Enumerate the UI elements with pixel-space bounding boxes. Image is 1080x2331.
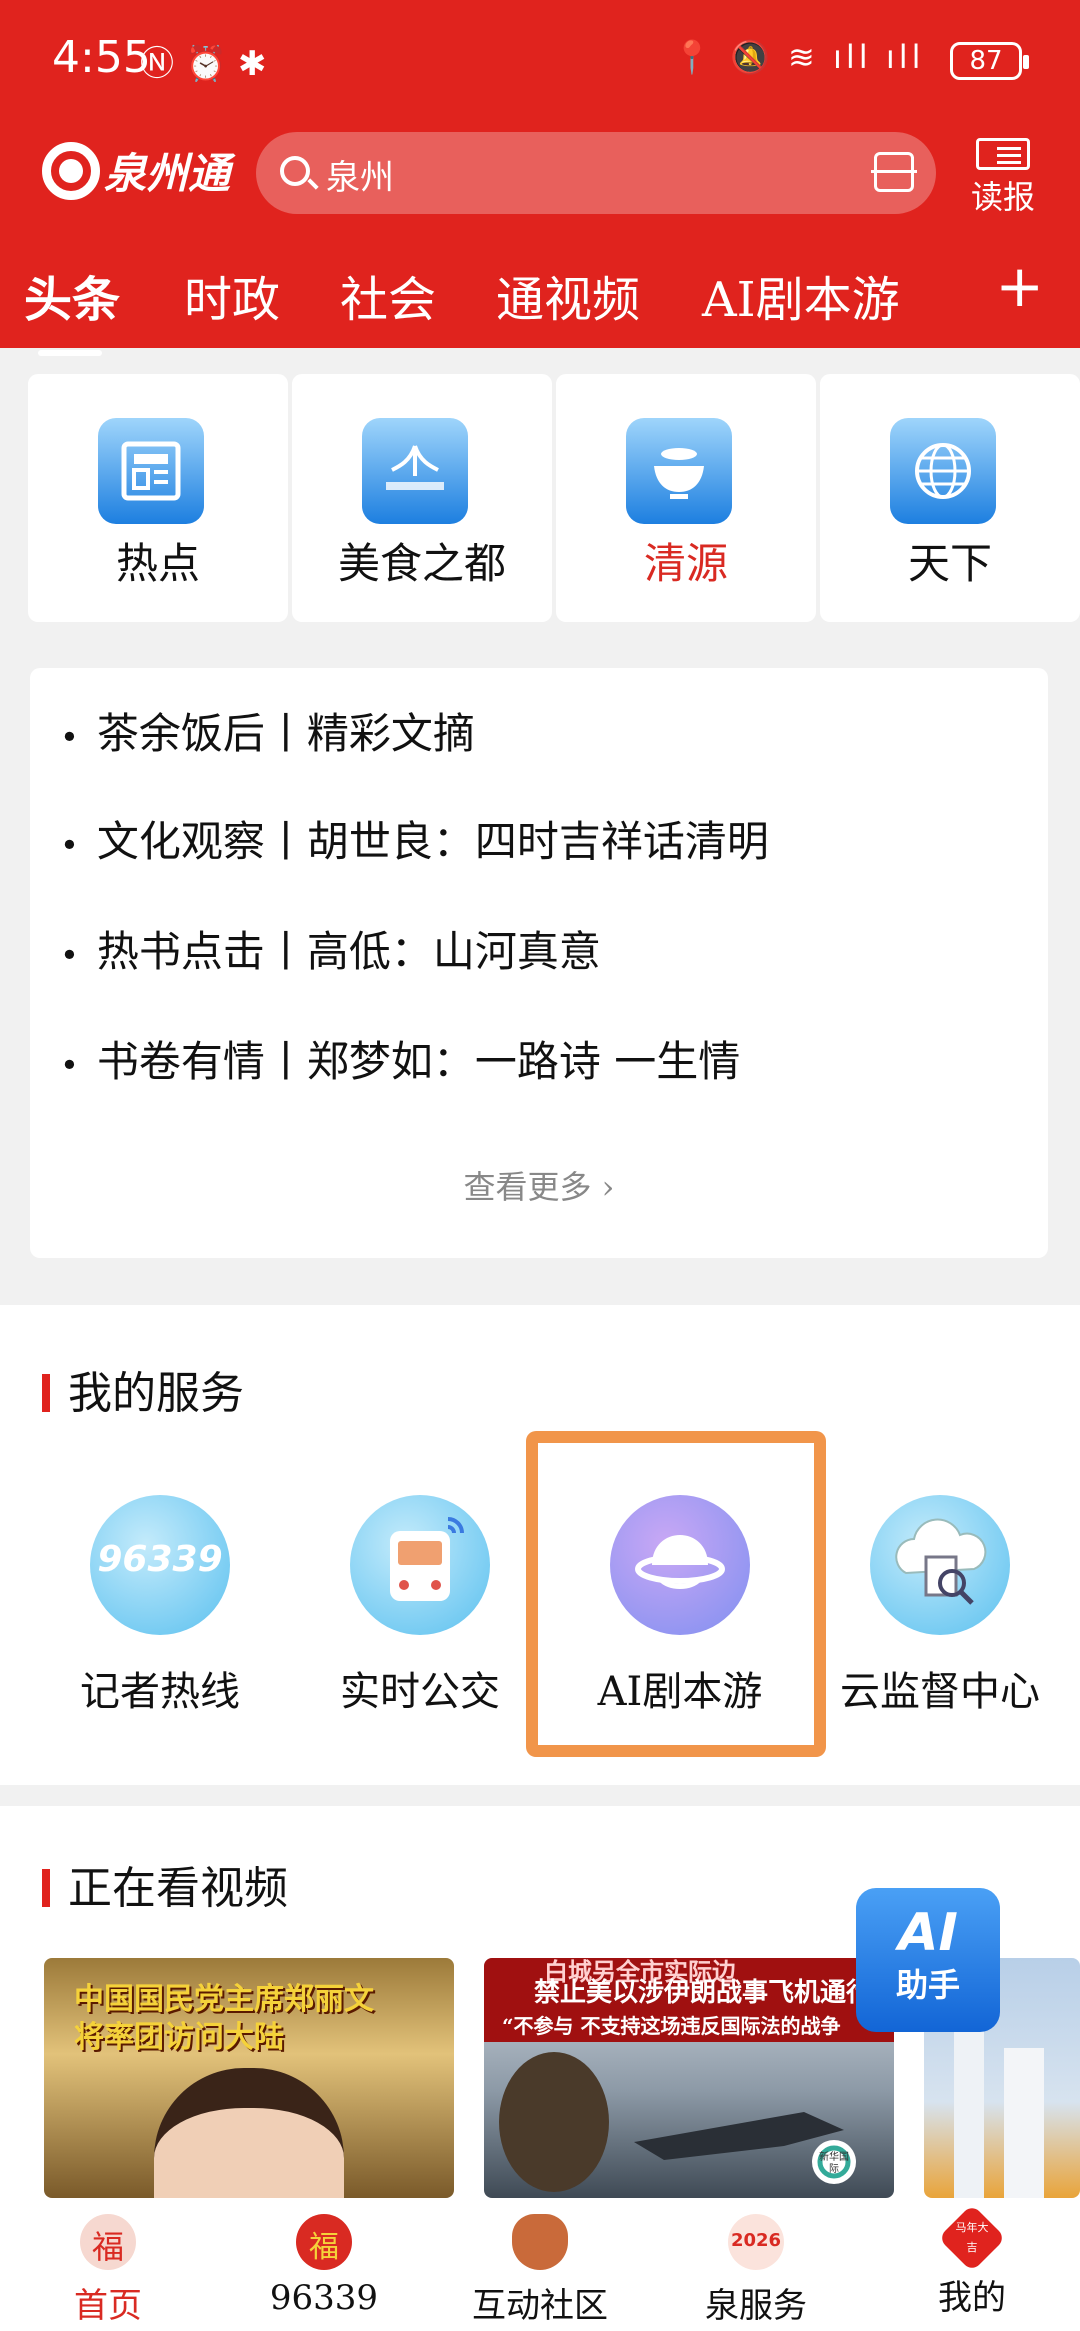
status-system-icons: 📍 🔕 ≋ ıll ıll [672,38,925,76]
tab-politics[interactable]: 时政 [184,260,280,330]
nav-label: 泉服务 [705,2286,807,2326]
logo-text: 泉州通 [104,149,231,198]
scan-icon[interactable] [871,152,917,192]
channel-card-qingyuan[interactable]: 清源 [556,374,816,622]
nav-label: 96339 [269,2278,379,2318]
monkey-mascot-icon [512,2214,568,2270]
nav-badge: 2026 [730,2230,782,2251]
nav-home[interactable]: 福 首页 [0,2200,216,2331]
add-tab-icon[interactable]: + [995,252,1044,320]
nav-badge: 福 [91,2228,124,2266]
search-bar[interactable]: 泉州 [256,132,936,214]
status-bar: 4:55 Ⓝ ⏰ ✱ 📍 🔕 ≋ ıll ıll 87 [0,0,1080,120]
article-item[interactable]: 书卷有情丨郑梦如：一路诗 一生情 [60,1028,740,1089]
service-cloud-supervision[interactable]: 云监督中心 [830,1495,1050,1717]
good-luck-icon: 马年大吉 [938,2204,1006,2272]
person-image [154,2068,344,2198]
channel-tabs: 头条 时政 社会 通视频 AI剧本游 + [0,252,1080,356]
channel-label: 天下 [907,539,992,588]
nav-label: 首页 [74,2286,142,2326]
read-paper-button[interactable]: 读报 [970,138,1036,218]
nav-label: 我的 [938,2278,1006,2318]
newspaper-icon [976,138,1030,170]
video-caption: 将率团访问大陆 [74,2020,284,2055]
search-icon [280,156,310,186]
nav-96339[interactable]: 福 96339 [216,2200,432,2331]
app-header: 4:55 Ⓝ ⏰ ✱ 📍 🔕 ≋ ıll ıll 87 泉州通 泉州 读报 头条… [0,0,1080,356]
section-title: 我的服务 [42,1357,244,1421]
read-paper-label: 读报 [970,178,1035,216]
video-caption: “不参与 不支持这场违反国际法的战争 [502,2014,841,2038]
tab-ai-script-tour[interactable]: AI剧本游 [702,260,900,330]
hotline-96339-icon: 96339 [90,1495,230,1635]
service-label: 记者热线 [80,1669,240,1715]
video-caption: 禁止美以涉伊朗战事飞机通行 [534,1978,873,2008]
lantern-icon: 福 [296,2214,352,2270]
channel-label: 美食之都 [337,539,506,588]
service-reporter-hotline[interactable]: 96339 记者热线 [50,1495,270,1717]
home-fu-icon: 福 [80,2214,136,2270]
section-title: 正在看视频 [42,1852,288,1916]
nav-me[interactable]: 马年大吉 我的 [864,2200,1080,2331]
logo-mark-icon [42,142,100,200]
building-image [1004,2048,1044,2198]
service-label: 实时公交 [340,1669,500,1715]
article-list: 茶余饭后丨精彩文摘 文化观察丨胡世良：四时吉祥话清明 热书点击丨高低：山河真意 … [30,668,1048,1258]
bottom-navigation: 福 首页 福 96339 互动社区 2026 泉服务 马年大吉 我的 [0,2200,1080,2331]
tab-video[interactable]: 通视频 [496,260,640,330]
globe-icon [890,418,996,524]
hotline-icon-text: 96339 [97,1539,223,1580]
channel-card-food[interactable]: 美食之都 [292,374,552,622]
building-image [954,2018,984,2198]
channel-label: 清源 [643,539,728,588]
bus-icon [350,1495,490,1635]
cloud-search-icon [870,1495,1010,1635]
article-item[interactable]: 茶余饭后丨精彩文摘 [60,700,475,761]
article-item[interactable]: 热书点击丨高低：山河真意 [60,918,601,979]
channel-label: 热点 [115,539,200,588]
nav-badge: 福 [309,2230,339,2265]
ai-assistant-label: AI [898,1903,958,1963]
newspaper-icon [98,418,204,524]
nav-badge: 马年大吉 [955,2221,989,2254]
service-label: 云监督中心 [840,1669,1040,1715]
battery-icon: 87 [950,42,1029,80]
news-agency-logo: 新华国际 [819,2152,849,2175]
status-notification-icons: Ⓝ ⏰ ✱ [140,44,267,84]
channel-card-hot[interactable]: 热点 [28,374,288,622]
nav-community[interactable]: 互动社区 [432,2200,648,2331]
nav-label: 互动社区 [472,2286,608,2326]
quanzhou-logo-icon [362,418,468,524]
video-thumbnail[interactable]: 白城另全市实际边 禁止美以涉伊朗战事飞机通行 “不参与 不支持这场违反国际法的战… [484,1958,894,2198]
channel-card-world[interactable]: 天下 [820,374,1080,622]
video-thumbnail[interactable]: 中国国民党主席郑丽文 将率团访问大陆 [44,1958,454,2198]
ai-assistant-sublabel: 助手 [895,1966,960,2004]
year-2026-icon: 2026 [728,2214,784,2270]
tab-headlines[interactable]: 头条 [24,260,120,356]
article-item[interactable]: 文化观察丨胡世良：四时吉祥话清明 [60,808,769,869]
highlight-box [526,1431,826,1757]
ai-assistant-button[interactable]: AI 助手 [856,1888,1000,2032]
search-placeholder: 泉州 [326,158,394,198]
tea-bowl-icon [626,418,732,524]
view-more-link[interactable]: 查看更多 › [30,1162,1048,1208]
tab-society[interactable]: 社会 [340,260,436,330]
nav-quan-service[interactable]: 2026 泉服务 [648,2200,864,2331]
status-time: 4:55 [52,32,151,83]
service-realtime-bus[interactable]: 实时公交 [310,1495,530,1717]
